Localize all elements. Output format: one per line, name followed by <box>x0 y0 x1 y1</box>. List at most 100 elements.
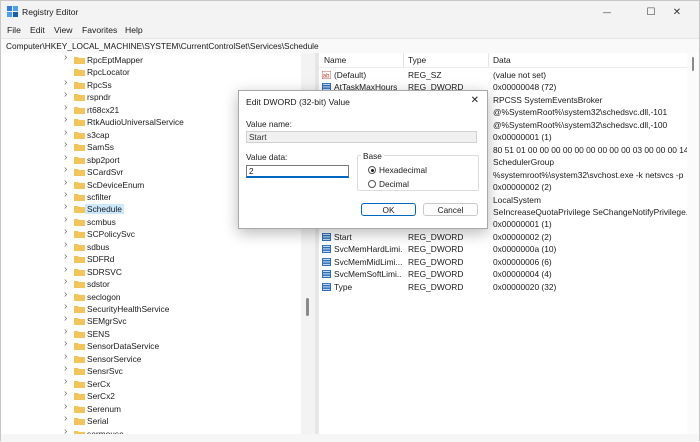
tree-item[interactable]: › RpcEptMapper <box>1 53 301 66</box>
chevron-right-icon[interactable]: › <box>64 165 70 175</box>
address-bar[interactable]: Computer\HKEY_LOCAL_MACHINE\SYSTEM\Curre… <box>1 38 699 54</box>
chevron-right-icon[interactable]: › <box>64 376 70 386</box>
value-row[interactable]: Type REG_DWORD 0x00000020 (32) <box>319 281 699 293</box>
chevron-right-icon[interactable]: › <box>64 364 70 374</box>
chevron-right-icon[interactable]: › <box>64 90 70 100</box>
value-row[interactable]: SvcMemMidLimi... REG_DWORD 0x00000006 (6) <box>319 256 699 268</box>
menu-edit[interactable]: Edit <box>30 25 45 35</box>
chevron-right-icon[interactable]: › <box>64 140 70 150</box>
column-type[interactable]: Type <box>408 55 426 65</box>
menu-file[interactable]: File <box>7 25 21 35</box>
tree-item[interactable]: › SDFRd <box>1 252 301 265</box>
value-list-scrollbar-thumb[interactable] <box>692 57 694 71</box>
tree-item-label: SDRSVC <box>87 266 122 277</box>
tree-item[interactable]: › SerCx2 <box>1 389 301 402</box>
value-name-field[interactable]: Start <box>246 131 477 143</box>
registry-editor-icon <box>7 6 18 17</box>
value-row[interactable]: SvcMemSoftLimi... REG_DWORD 0x00000004 (4) <box>319 268 699 280</box>
tree-item[interactable]: › SerCx <box>1 376 301 390</box>
tree-item-label: Serial <box>87 416 109 427</box>
tree-item[interactable]: › SENS <box>1 326 301 340</box>
chevron-right-icon[interactable]: › <box>64 302 70 312</box>
hexadecimal-label[interactable]: Hexadecimal <box>379 165 427 175</box>
tree-item-label: RtkAudioUniversalService <box>87 117 184 128</box>
chevron-right-icon[interactable]: › <box>64 277 70 287</box>
chevron-right-icon[interactable]: › <box>64 314 70 324</box>
column-divider[interactable] <box>488 53 489 67</box>
column-data[interactable]: Data <box>493 55 511 65</box>
minimize-button[interactable]: — <box>585 1 629 23</box>
tree-item[interactable]: › SecurityHealthService <box>1 302 301 315</box>
tree-item[interactable]: › sdbus <box>1 239 301 253</box>
value-name-cell: SvcMemSoftLimi... <box>334 269 402 280</box>
tree-item-label: Serenum <box>87 403 121 414</box>
folder-icon <box>74 119 85 127</box>
folder-icon <box>74 243 85 251</box>
menu-view[interactable]: View <box>54 25 72 35</box>
folder-icon <box>74 131 85 139</box>
value-row[interactable]: SvcMemHardLimi... REG_DWORD 0x0000000a (10… <box>319 243 699 255</box>
chevron-right-icon[interactable]: › <box>64 115 70 125</box>
decimal-label[interactable]: Decimal <box>379 179 409 189</box>
menu-help[interactable]: Help <box>125 25 143 35</box>
tree-item[interactable]: › SEMgrSvc <box>1 314 301 327</box>
tree-item[interactable]: › SensrSvc <box>1 364 301 377</box>
ok-button[interactable]: OK <box>361 203 416 216</box>
chevron-right-icon[interactable]: › <box>64 264 70 274</box>
column-divider[interactable] <box>403 53 404 67</box>
chevron-right-icon[interactable]: › <box>64 389 70 399</box>
chevron-right-icon[interactable]: › <box>64 339 70 349</box>
chevron-right-icon[interactable]: › <box>64 351 70 361</box>
tree-item[interactable]: › SensorService <box>1 351 301 365</box>
tree-item[interactable]: › SensorDataService <box>1 339 301 352</box>
tree-item[interactable]: › SDRSVC <box>1 264 301 278</box>
chevron-right-icon[interactable]: › <box>64 127 70 137</box>
chevron-right-icon[interactable]: › <box>64 53 70 63</box>
folder-icon <box>74 69 85 77</box>
tree-item-label: seclogon <box>87 291 121 302</box>
tree-item[interactable]: › Serial <box>1 414 301 427</box>
menu-favorites[interactable]: Favorites <box>82 25 117 35</box>
folder-icon <box>74 306 85 313</box>
chevron-right-icon[interactable]: › <box>64 414 70 424</box>
folder-icon <box>74 330 85 338</box>
tree-item[interactable]: › seclogon <box>1 289 301 303</box>
tree-item-label: SCardSvr <box>87 167 124 178</box>
close-button[interactable]: ✕ <box>655 1 699 23</box>
tree-item[interactable]: › SCPolicySvc <box>1 227 301 240</box>
minimize-icon: — <box>603 7 611 17</box>
folder-icon <box>74 368 85 376</box>
chevron-right-icon[interactable]: › <box>64 152 70 162</box>
chevron-right-icon[interactable]: › <box>64 202 70 212</box>
chevron-right-icon[interactable]: › <box>64 239 70 249</box>
column-name[interactable]: Name <box>324 55 346 65</box>
decimal-radio[interactable] <box>368 180 376 188</box>
hexadecimal-radio[interactable] <box>368 166 376 174</box>
tree-item[interactable]: › Serenum <box>1 401 301 415</box>
value-data-cell: 80 51 01 00 00 00 00 00 00 00 00 00 03 0… <box>493 144 689 155</box>
tree-item[interactable]: › sdstor <box>1 277 301 290</box>
tree-item[interactable]: RpcLocator <box>1 66 301 78</box>
value-list-scrollbar[interactable] <box>687 53 699 442</box>
chevron-right-icon[interactable]: › <box>64 214 70 224</box>
chevron-right-icon[interactable]: › <box>64 227 70 237</box>
chevron-right-icon[interactable]: › <box>64 252 70 262</box>
folder-icon <box>74 231 85 239</box>
chevron-right-icon[interactable]: › <box>64 189 70 199</box>
tree-scrollbar-thumb[interactable] <box>306 298 309 316</box>
value-name-cell: Start <box>334 231 352 242</box>
cancel-button[interactable]: Cancel <box>423 203 478 216</box>
chevron-right-icon[interactable]: › <box>64 102 70 112</box>
value-row[interactable]: ab (Default) REG_SZ (value not set) <box>319 69 699 81</box>
chevron-right-icon[interactable]: › <box>64 77 70 87</box>
folder-icon <box>74 405 85 413</box>
value-row[interactable]: Start REG_DWORD 0x00000002 (2) <box>319 231 699 243</box>
value-data-input[interactable]: 2 <box>246 165 349 178</box>
chevron-right-icon[interactable]: › <box>64 326 70 336</box>
chevron-right-icon[interactable]: › <box>64 177 70 187</box>
chevron-right-icon[interactable]: › <box>64 289 70 299</box>
dialog-title: Edit DWORD (32-bit) Value <box>246 97 350 107</box>
chevron-right-icon[interactable]: › <box>64 401 70 411</box>
value-data-cell: LocalSystem <box>493 194 541 205</box>
dialog-close-icon[interactable]: ✕ <box>471 95 479 106</box>
